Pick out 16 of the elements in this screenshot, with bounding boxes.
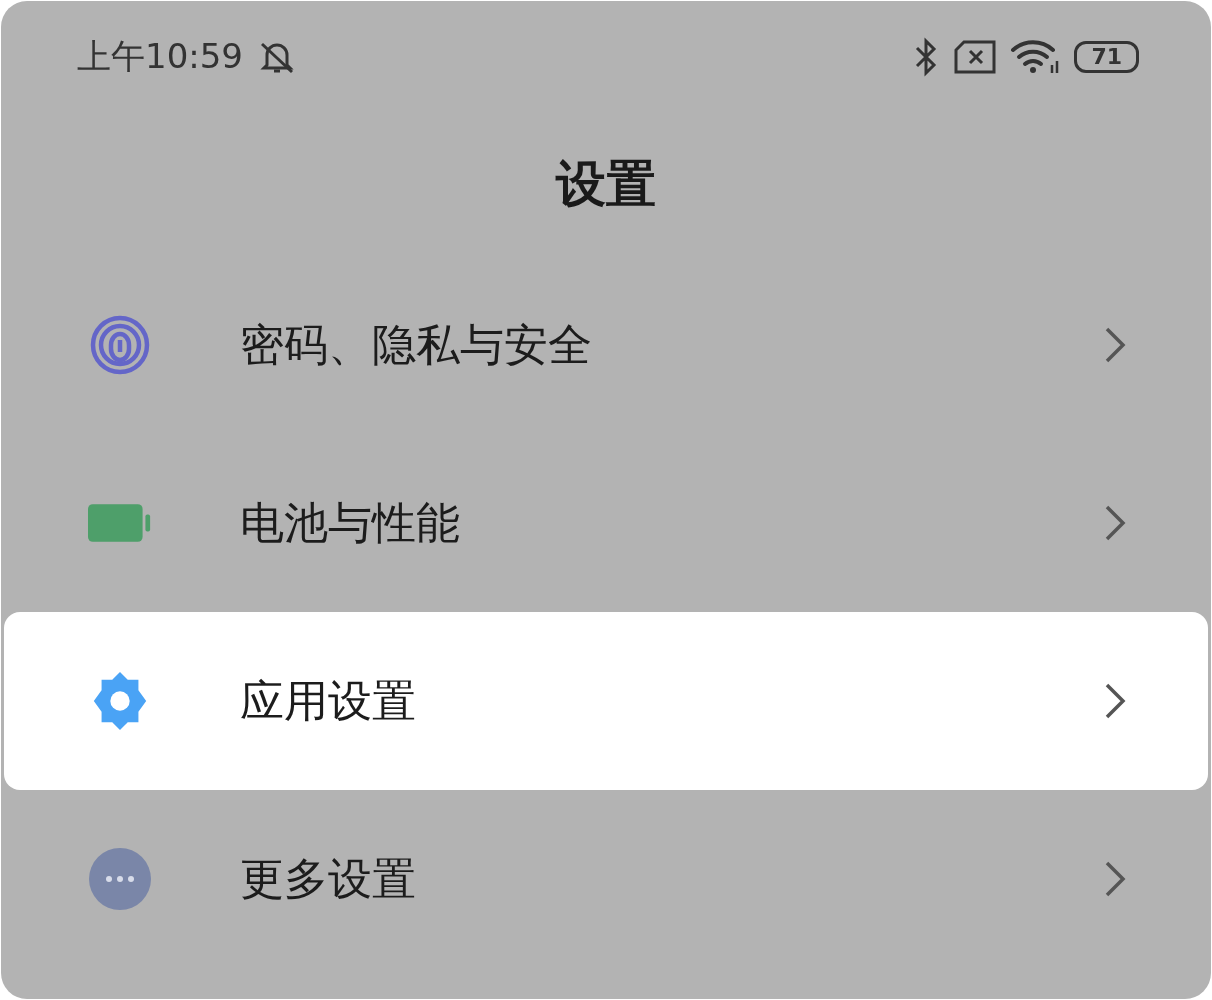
status-time: 上午10:59 — [77, 35, 243, 78]
settings-item[interactable]: 应用设置 — [4, 612, 1208, 790]
settings-item[interactable]: 电池与性能 — [4, 434, 1208, 612]
more-icon — [89, 848, 151, 910]
sim-icon — [954, 40, 997, 74]
page-title: 设置 — [556, 154, 656, 215]
wifi-icon — [1010, 39, 1061, 75]
chevron-icon — [1104, 326, 1126, 364]
settings-item[interactable]: 更多设置 — [4, 790, 1208, 968]
battery-icon — [88, 503, 152, 543]
chevron-icon — [1104, 504, 1126, 542]
chevron-icon — [1104, 682, 1126, 720]
settings-item[interactable]: 密码、隐私与安全 — [4, 256, 1208, 434]
fingerprint-icon — [89, 314, 151, 376]
chevron-icon — [1104, 860, 1126, 898]
battery-level: 71 — [1074, 41, 1139, 73]
